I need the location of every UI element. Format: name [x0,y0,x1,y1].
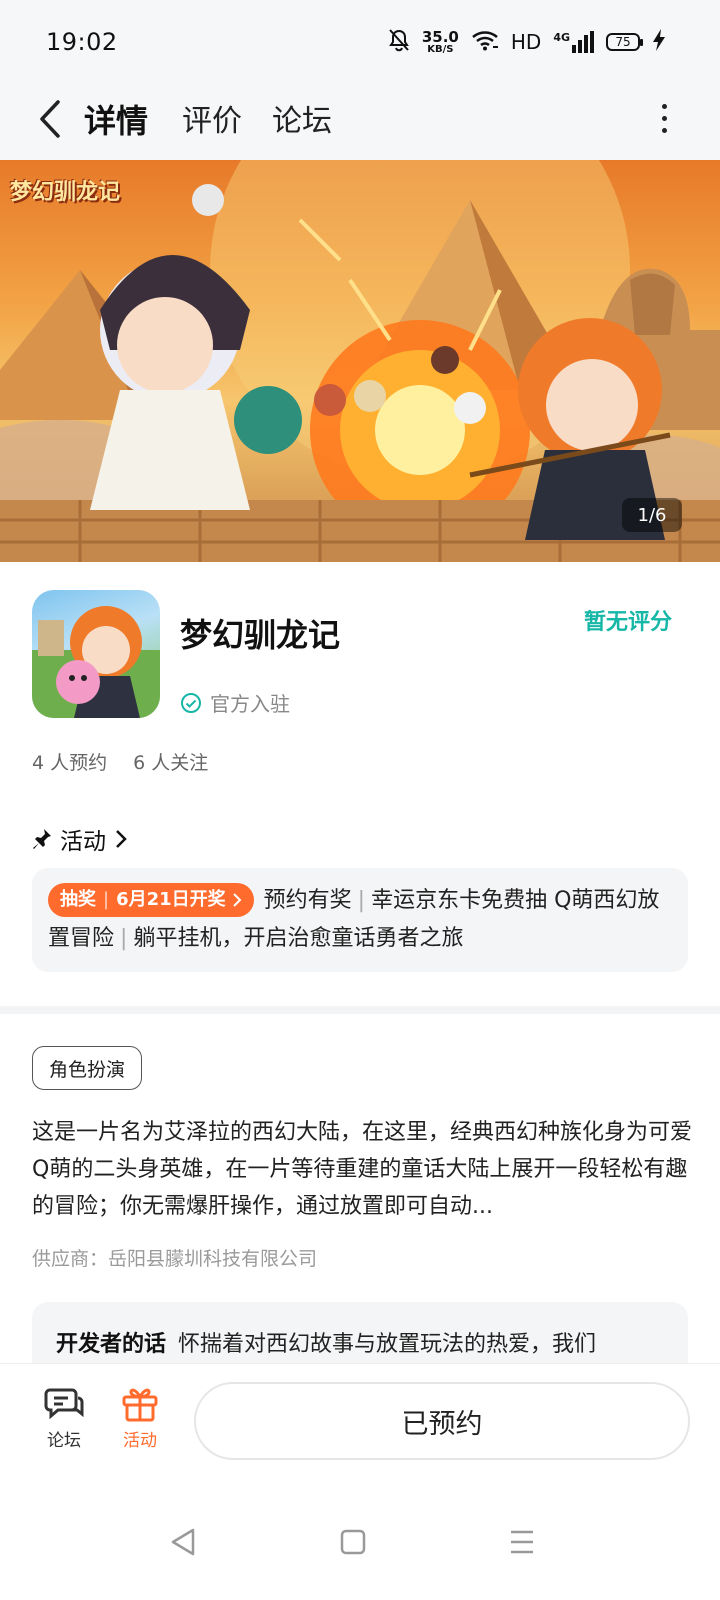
activity-card[interactable]: 抽奖 | 6月21日开奖 预约有奖 | 幸运京东卡免费抽 Q萌西幻放置冒险 | 躺平挂机，开… [32,868,688,972]
system-nav-bar [0,1476,720,1600]
mute-bell-icon [388,28,410,56]
signal-icon: 4G [553,31,594,53]
tab-review[interactable]: 评价 [182,96,242,140]
game-title: 梦幻驯龙记 [180,616,341,654]
chevron-left-icon [40,100,60,138]
pin-icon [33,829,51,849]
rating-label: 暂无评分 [583,610,672,635]
activity-text-1: 预约有奖 [263,888,352,913]
genre-tag[interactable]: 角色扮演 [32,1046,143,1090]
official-badge: 官方入驻 [180,688,290,717]
carousel-page-indicator: 1/6 [622,498,682,532]
bottom-action-bar: 论坛 活动 已预约 [0,1364,720,1476]
status-time: 19:02 [46,28,118,56]
back-button[interactable] [30,94,70,144]
official-label: 官方入驻 [210,692,290,716]
status-icons: 35.0 KB/S HD 4G 75 [388,26,666,58]
game-description[interactable]: 这是一片名为艾泽拉的西幻大陆，在这里，经典西幻种族化身为可爱Q萌的二头身英雄，在… [32,1114,692,1225]
verified-check-icon [181,692,201,713]
activity-heading: 活动 [60,829,106,855]
developer-note-text: 怀揣着对西幻故事与放置玩法的热爱，我们 [178,1332,597,1357]
status-bar: 19:02 35.0 KB/S HD 4G 75 [0,0,720,86]
supplier-info: 供应商：岳阳县朦圳科技有限公司 [32,1248,318,1270]
activity-shortcut[interactable]: 活动 [112,1386,168,1451]
more-dot [661,115,667,121]
reservation-count: 4 人预约 [32,752,108,774]
tab-forum[interactable]: 论坛 [272,96,332,140]
game-stats: 4 人预约 6 人关注 [32,748,208,775]
section-divider [0,1006,720,1014]
tab-detail[interactable]: 详情 [80,96,153,144]
nav-home-square-icon[interactable] [340,1528,366,1560]
wifi-icon [471,29,499,55]
reserved-button[interactable]: 已预约 [194,1382,690,1460]
follower-count: 6 人关注 [133,752,209,774]
more-dot [661,127,667,133]
banner-logo-text: 梦幻驯龙记 [10,180,121,205]
nav-menu-lines-icon[interactable] [508,1528,536,1560]
developer-note-label: 开发者的话 [56,1332,167,1357]
activity-text-3: 躺平挂机，开启治愈童话勇者之旅 [133,926,464,951]
nav-back-triangle-icon[interactable] [170,1528,196,1560]
activity-header[interactable]: 活动 [32,822,128,856]
forum-shortcut[interactable]: 论坛 [36,1386,92,1451]
battery-icon: 75 [606,33,643,51]
hd-label: HD [510,30,542,54]
developer-note-card[interactable]: 开发者的话 怀揣着对西幻故事与放置玩法的热爱，我们 [32,1302,688,1364]
forum-chat-icon [44,1388,84,1420]
game-icon [32,590,160,718]
more-dot [661,103,667,109]
lottery-tag[interactable]: 抽奖 | 6月21日开奖 [48,883,254,917]
gift-icon [122,1388,158,1422]
chevron-right-icon [232,893,242,907]
charging-icon [652,28,666,56]
chevron-right-icon [116,830,127,848]
banner-carousel[interactable]: 梦幻驯龙记 1/6 [0,160,720,562]
net-speed: 35.0 KB/S [421,27,459,55]
top-nav: 详情 评价 论坛 [0,86,720,160]
more-options-button[interactable] [652,98,676,138]
banner-illustration [0,160,720,562]
